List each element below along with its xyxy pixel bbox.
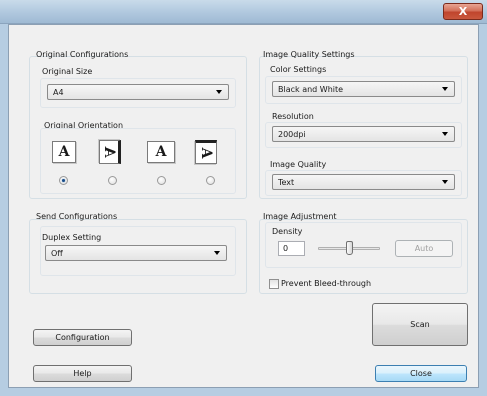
prevent-bleed-through-checkbox[interactable] bbox=[269, 279, 279, 289]
portrait-inverted-glyph: A bbox=[155, 144, 167, 160]
configuration-button[interactable]: Configuration bbox=[33, 329, 132, 346]
window-border-left bbox=[0, 24, 8, 396]
prevent-bleed-through-label[interactable]: Prevent Bleed-through bbox=[281, 279, 371, 288]
image-adjustment-title: Image Adjustment bbox=[263, 212, 337, 221]
close-button-label: Close bbox=[410, 369, 432, 378]
chevron-down-icon bbox=[442, 87, 448, 91]
duplex-setting-label: Duplex Setting bbox=[42, 233, 102, 242]
orientation-radio-2[interactable] bbox=[108, 176, 117, 185]
close-icon: X bbox=[458, 5, 468, 18]
density-label: Density bbox=[272, 227, 303, 236]
color-settings-select[interactable]: Black and White bbox=[272, 81, 455, 97]
auto-button[interactable]: Auto bbox=[395, 240, 453, 257]
original-size-value: A4 bbox=[53, 87, 64, 97]
landscape-side-glyph: A bbox=[198, 147, 214, 159]
chevron-down-icon bbox=[442, 132, 448, 136]
scan-button[interactable]: Scan bbox=[372, 303, 468, 346]
resolution-value: 200dpi bbox=[278, 129, 306, 139]
density-input[interactable]: 0 bbox=[278, 241, 305, 256]
resolution-select[interactable]: 200dpi bbox=[272, 126, 455, 142]
orientation-radio-1[interactable] bbox=[59, 176, 68, 185]
landscape-top-glyph: A bbox=[101, 146, 117, 158]
window-close-button[interactable]: X bbox=[443, 3, 483, 20]
color-settings-value: Black and White bbox=[278, 84, 344, 94]
resolution-label: Resolution bbox=[272, 112, 314, 121]
density-slider-thumb[interactable] bbox=[346, 241, 353, 255]
window-title bbox=[8, 6, 308, 18]
image-quality-select[interactable]: Text bbox=[272, 174, 455, 190]
landscape-side-orientation-icon[interactable]: A bbox=[195, 140, 217, 164]
chevron-down-icon bbox=[214, 251, 220, 255]
chevron-down-icon bbox=[442, 180, 448, 184]
configuration-button-label: Configuration bbox=[55, 333, 110, 342]
original-size-select[interactable]: A4 bbox=[47, 84, 229, 100]
image-quality-settings-title: Image Quality Settings bbox=[263, 50, 355, 59]
help-button-label: Help bbox=[73, 369, 92, 378]
orientation-radio-4[interactable] bbox=[206, 176, 215, 185]
original-size-label: Original Size bbox=[42, 67, 93, 76]
help-button[interactable]: Help bbox=[33, 365, 132, 382]
density-value: 0 bbox=[283, 244, 289, 253]
duplex-setting-value: Off bbox=[51, 248, 63, 258]
send-configurations-title: Send Configurations bbox=[36, 212, 118, 221]
window-border-right bbox=[479, 24, 487, 396]
portrait-glyph: A bbox=[58, 144, 70, 160]
scan-button-label: Scan bbox=[410, 320, 430, 329]
duplex-setting-select[interactable]: Off bbox=[45, 245, 227, 261]
image-quality-value: Text bbox=[278, 177, 295, 187]
chevron-down-icon bbox=[216, 90, 222, 94]
portrait-inverted-orientation-icon[interactable]: A bbox=[147, 141, 175, 163]
window-border-bottom bbox=[0, 388, 487, 396]
auto-button-label: Auto bbox=[414, 244, 434, 253]
orientation-radio-3[interactable] bbox=[157, 176, 166, 185]
color-settings-label: Color Settings bbox=[270, 65, 327, 74]
landscape-top-orientation-icon[interactable]: A bbox=[99, 140, 121, 164]
original-configurations-title: Original Configurations bbox=[36, 50, 129, 59]
portrait-orientation-icon[interactable]: A bbox=[52, 141, 76, 163]
close-button[interactable]: Close bbox=[375, 365, 467, 382]
image-quality-label: Image Quality bbox=[270, 160, 327, 169]
